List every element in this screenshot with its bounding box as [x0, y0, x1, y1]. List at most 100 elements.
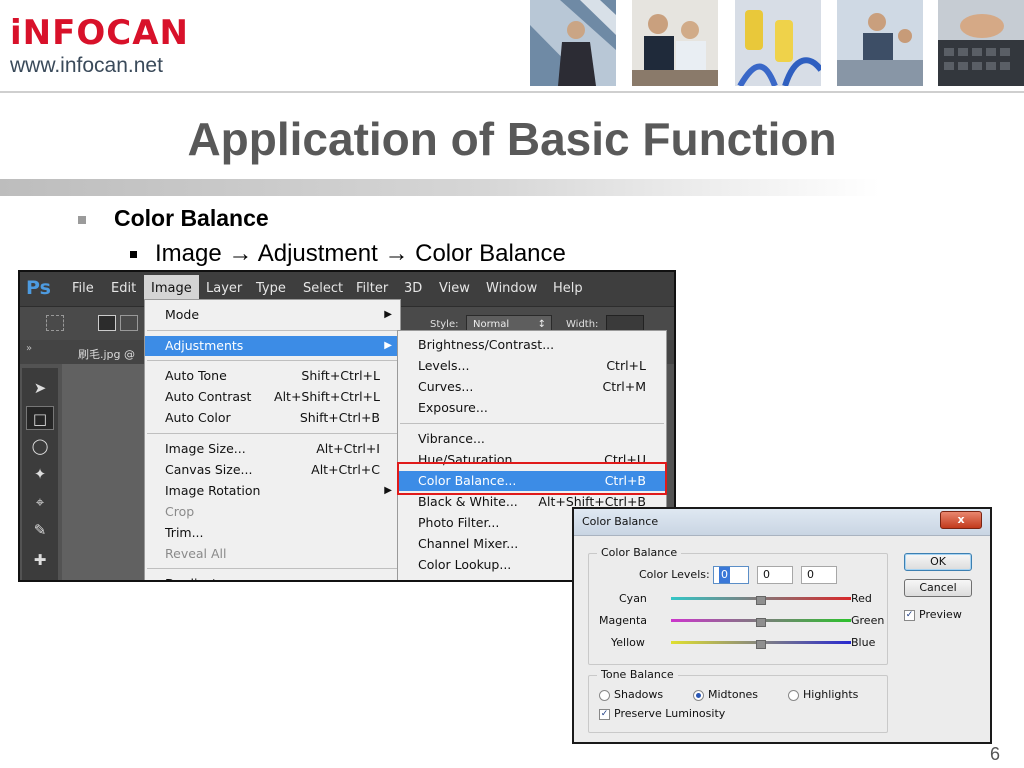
menu-type[interactable]: Type	[256, 281, 286, 296]
slider-right-label-green: Green	[851, 614, 885, 627]
image-menu-duplicate[interactable]: Duplicate...	[145, 574, 400, 580]
menu-layer[interactable]: Layer	[206, 281, 242, 296]
bullet-square-icon	[78, 215, 86, 224]
cyan-red-slider[interactable]	[671, 596, 851, 605]
preserve-luminosity-label[interactable]: Preserve Luminosity	[614, 707, 725, 720]
healing-brush-tool-icon[interactable]: ✚	[26, 548, 54, 572]
dialog-titlebar[interactable]: Color Balance x	[574, 509, 990, 536]
preserve-luminosity-checkbox[interactable]: ✓	[599, 709, 610, 720]
menu-3d[interactable]: 3D	[404, 281, 422, 296]
menu-separator	[400, 423, 664, 424]
header-photo-office	[837, 0, 923, 86]
shadows-label[interactable]: Shadows	[614, 688, 663, 701]
new-selection-icon[interactable]	[98, 315, 116, 331]
magenta-green-slider[interactable]	[671, 618, 851, 627]
width-label: Width:	[566, 319, 599, 330]
menu-separator	[147, 433, 398, 434]
move-tool-icon[interactable]: ➤	[26, 376, 54, 400]
color-balance-dialog: Color Balance x Color Balance Color Leve…	[572, 507, 992, 744]
menu-help[interactable]: Help	[553, 281, 583, 296]
menu-file[interactable]: File	[72, 281, 94, 296]
adj-curves[interactable]: Curves... Ctrl+M	[398, 377, 666, 397]
image-menu-adjustments[interactable]: Adjustments ▶	[145, 336, 400, 356]
image-menu-reveal-all: Reveal All	[165, 546, 227, 561]
color-balance-group: Color Balance Color Levels: 0 0 0 Cyan R…	[588, 546, 888, 665]
slider-right-label-red: Red	[851, 592, 872, 605]
preview-label[interactable]: Preview	[919, 608, 962, 621]
adj-exposure[interactable]: Exposure...	[398, 398, 666, 418]
infocan-logo: iNFOCAN www.infocan.net	[10, 14, 225, 78]
image-menu-trim[interactable]: Trim...	[145, 523, 400, 543]
image-menu-auto-tone[interactable]: Auto Tone Shift+Ctrl+L	[145, 366, 400, 386]
crop-tool-icon[interactable]: ⌖	[26, 490, 54, 514]
bullet-square-icon	[130, 251, 137, 259]
midtones-label[interactable]: Midtones	[708, 688, 758, 701]
color-level-magenta-green-input[interactable]: 0	[757, 566, 793, 584]
image-menu-dropdown: Mode ▶ Adjustments ▶ Auto Tone Shift+Ctrl+L…	[144, 299, 401, 580]
header-divider	[0, 91, 1024, 93]
menu-separator	[147, 360, 398, 361]
bullet-level-1: Color Balance	[78, 205, 269, 232]
tone-balance-group-title: Tone Balance	[597, 668, 678, 681]
color-level-cyan-red-input[interactable]: 0	[713, 566, 749, 584]
slider-thumb[interactable]	[756, 596, 766, 605]
close-icon[interactable]: x	[940, 511, 982, 529]
adj-brightness-contrast[interactable]: Brightness/Contrast...	[398, 335, 666, 355]
menu-filter[interactable]: Filter	[356, 281, 388, 296]
slider-left-label-cyan: Cyan	[619, 592, 647, 605]
ps-logo: Ps	[26, 277, 51, 299]
image-menu-image-size[interactable]: Image Size... Alt+Ctrl+I	[145, 439, 400, 459]
image-menu-crop: Crop	[165, 504, 195, 519]
cancel-button[interactable]: Cancel	[904, 579, 972, 597]
document-tab[interactable]: 刷毛.jpg @	[78, 346, 135, 362]
ok-button[interactable]: OK	[904, 553, 972, 571]
slider-right-label-blue: Blue	[851, 636, 876, 649]
page-number: 6	[990, 744, 1001, 764]
lasso-tool-icon[interactable]: ◯	[26, 434, 54, 458]
slider-thumb[interactable]	[756, 618, 766, 627]
menu-separator	[147, 330, 398, 331]
slider-thumb[interactable]	[756, 640, 766, 649]
slider-left-label-yellow: Yellow	[611, 636, 645, 649]
eyedropper-tool-icon[interactable]: ✎	[26, 518, 54, 542]
color-balance-group-title: Color Balance	[597, 546, 682, 559]
slider-left-label-magenta: Magenta	[599, 614, 648, 627]
menu-edit[interactable]: Edit	[111, 281, 136, 296]
yellow-blue-slider[interactable]	[671, 640, 851, 649]
add-selection-icon[interactable]	[120, 315, 138, 331]
style-select-value: Normal	[473, 319, 510, 330]
image-menu-mode[interactable]: Mode ▶	[145, 305, 400, 325]
midtones-radio[interactable]	[693, 690, 704, 701]
marquee-preset-icon[interactable]	[46, 315, 64, 331]
color-level-yellow-blue-input[interactable]: 0	[801, 566, 837, 584]
quick-select-tool-icon[interactable]: ✦	[26, 462, 54, 486]
submenu-arrow-icon: ▶	[384, 485, 392, 496]
shadows-radio[interactable]	[599, 690, 610, 701]
collapse-panel-icon[interactable]: »	[26, 343, 32, 354]
menu-select[interactable]: Select	[303, 281, 343, 296]
image-menu-auto-color[interactable]: Auto Color Shift+Ctrl+B	[145, 408, 400, 428]
marquee-tool-icon[interactable]: □	[26, 406, 54, 430]
menu-window[interactable]: Window	[486, 281, 537, 296]
adj-levels[interactable]: Levels... Ctrl+L	[398, 356, 666, 376]
menu-separator	[147, 568, 398, 569]
logo-wordmark: iNFOCAN	[10, 13, 189, 53]
header-photo-keyboard	[938, 0, 1024, 86]
title-gradient-bar	[0, 179, 880, 196]
logo-url: www.infocan.net	[10, 54, 163, 77]
image-menu-image-rotation[interactable]: Image Rotation ▶	[145, 481, 400, 501]
color-levels-label: Color Levels:	[639, 568, 710, 581]
highlights-label[interactable]: Highlights	[803, 688, 858, 701]
menu-view[interactable]: View	[439, 281, 470, 296]
highlights-radio[interactable]	[788, 690, 799, 701]
ps-toolbar: ➤ □ ◯ ✦ ⌖ ✎ ✚	[22, 368, 58, 580]
adj-vibrance[interactable]: Vibrance...	[398, 429, 666, 449]
menu-image[interactable]: Image	[144, 275, 199, 302]
image-menu-auto-contrast[interactable]: Auto Contrast Alt+Shift+Ctrl+L	[145, 387, 400, 407]
header-photo-network-cables	[735, 0, 821, 86]
header-photo-businessman	[530, 0, 616, 86]
bullet-level-2: Image → Adjustment → Color Balance	[130, 240, 566, 268]
image-menu-canvas-size[interactable]: Canvas Size... Alt+Ctrl+C	[145, 460, 400, 480]
style-label: Style:	[430, 319, 459, 330]
preview-checkbox[interactable]: ✓	[904, 610, 915, 621]
